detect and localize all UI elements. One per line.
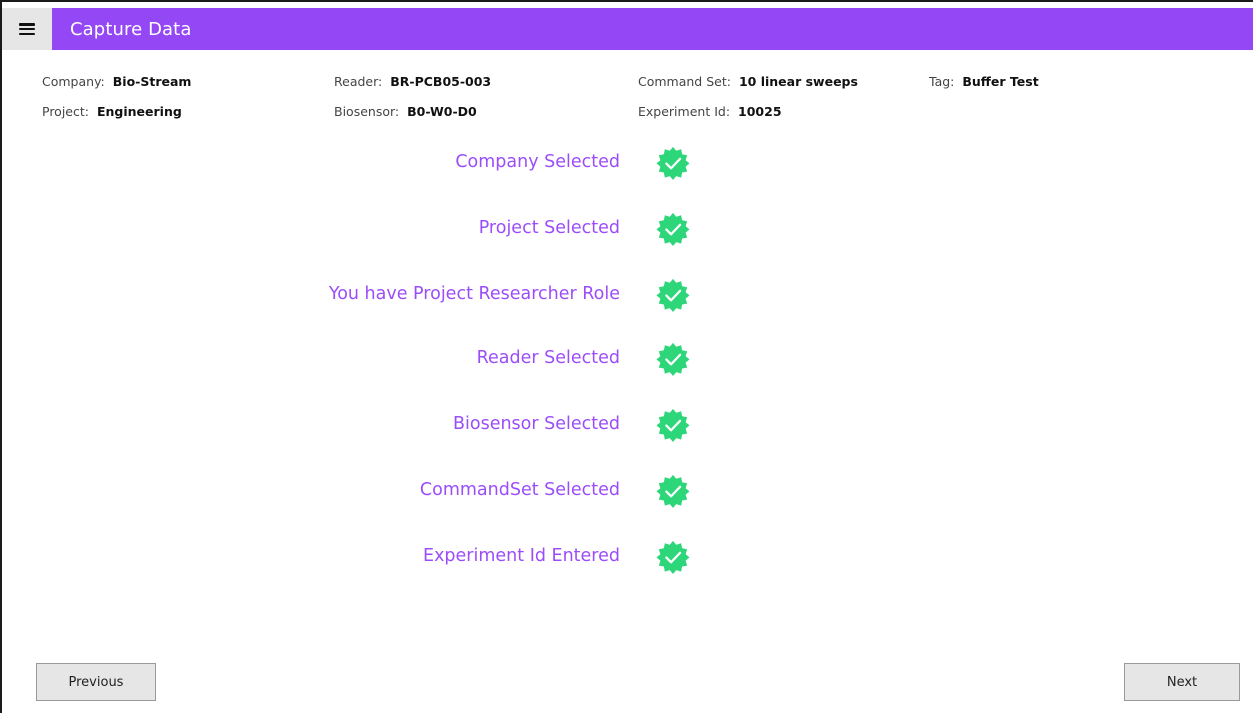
- checklist-item: You have Project Researcher Role: [2, 274, 702, 318]
- checklist-item-label: CommandSet Selected: [419, 480, 620, 500]
- check-badge-icon: [655, 473, 691, 510]
- info-tag: Tag: Buffer Test: [929, 74, 1039, 89]
- app-window: Capture Data Company: Bio-Stream Project:…: [0, 0, 1253, 713]
- checklist-item: Reader Selected: [2, 338, 702, 382]
- checklist-item: Company Selected: [2, 142, 702, 186]
- info-biosensor: Biosensor: B0-W0-D0: [334, 104, 477, 119]
- checklist-item: CommandSet Selected: [2, 470, 702, 514]
- checklist-item-label: Company Selected: [455, 152, 620, 172]
- info-company: Company: Bio-Stream: [42, 74, 191, 89]
- checklist-item-label: Project Selected: [478, 218, 620, 238]
- check-badge-icon: [655, 211, 691, 248]
- info-tag-value: Buffer Test: [962, 74, 1039, 89]
- info-command-set-value: 10 linear sweeps: [738, 74, 858, 89]
- previous-button[interactable]: Previous: [36, 663, 156, 701]
- info-tag-label: Tag:: [929, 74, 955, 89]
- checklist-item-label: Biosensor Selected: [453, 414, 620, 434]
- hamburger-menu-icon: [19, 23, 35, 35]
- hamburger-menu-button[interactable]: [2, 8, 52, 50]
- title-bar: Capture Data: [2, 8, 1253, 50]
- next-button[interactable]: Next: [1124, 663, 1240, 701]
- info-experiment-id: Experiment Id: 10025: [638, 104, 782, 119]
- info-project-value: Engineering: [96, 104, 182, 119]
- checklist-item-label: Experiment Id Entered: [423, 546, 620, 566]
- info-project-label: Project:: [42, 104, 89, 119]
- checklist-item: Project Selected: [2, 208, 702, 252]
- info-experiment-id-value: 10025: [738, 104, 782, 119]
- info-biosensor-value: B0-W0-D0: [407, 104, 477, 119]
- info-reader-value: BR-PCB05-003: [390, 74, 492, 89]
- info-reader: Reader: BR-PCB05-003: [334, 74, 491, 89]
- checklist-item-label: You have Project Researcher Role: [328, 284, 620, 304]
- experiment-info: Company: Bio-Stream Project: Engineering R…: [42, 74, 1222, 124]
- info-project: Project: Engineering: [42, 104, 182, 119]
- checklist-item: Experiment Id Entered: [2, 536, 702, 580]
- page-title: Capture Data: [70, 18, 192, 40]
- check-badge-icon: [655, 407, 691, 444]
- title-area: Capture Data: [52, 8, 1253, 50]
- info-command-set: Command Set: 10 linear sweeps: [638, 74, 858, 89]
- check-badge-icon: [655, 539, 691, 576]
- check-badge-icon: [655, 277, 691, 314]
- info-experiment-id-label: Experiment Id:: [638, 104, 731, 119]
- checklist-item-label: Reader Selected: [476, 348, 620, 368]
- info-company-value: Bio-Stream: [112, 74, 192, 89]
- check-badge-icon: [655, 341, 691, 378]
- info-biosensor-label: Biosensor:: [334, 104, 400, 119]
- info-company-label: Company:: [42, 74, 105, 89]
- check-badge-icon: [655, 145, 691, 182]
- info-command-set-label: Command Set:: [638, 74, 731, 89]
- checklist-item: Biosensor Selected: [2, 404, 702, 448]
- info-reader-label: Reader:: [334, 74, 383, 89]
